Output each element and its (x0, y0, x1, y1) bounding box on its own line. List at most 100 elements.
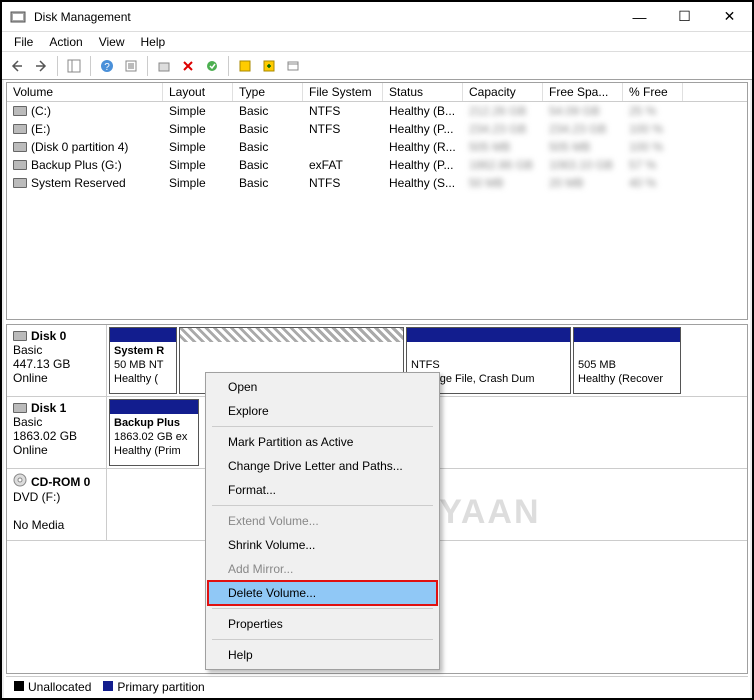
back-button[interactable] (6, 55, 28, 77)
disk-icon (13, 331, 27, 341)
settings-button[interactable] (120, 55, 142, 77)
tool-button[interactable] (234, 55, 256, 77)
ctx-separator (212, 608, 433, 609)
partition-system-reserved[interactable]: System R 50 MB NT Healthy ( (109, 327, 177, 394)
partition-detail: 1863.02 GB ex (114, 431, 187, 443)
volume-list-header: Volume Layout Type File System Status Ca… (7, 83, 747, 102)
col-freespace[interactable]: Free Spa... (543, 83, 623, 101)
volume-row[interactable]: System ReservedSimpleBasicNTFSHealthy (S… (7, 174, 747, 192)
action-button[interactable] (201, 55, 223, 77)
ctx-explore[interactable]: Explore (208, 399, 437, 423)
col-status[interactable]: Status (383, 83, 463, 101)
partition-bar (110, 328, 176, 342)
show-hide-console-button[interactable] (63, 55, 85, 77)
ctx-add-mirror: Add Mirror... (208, 557, 437, 581)
disk-status: Online (13, 371, 100, 385)
menu-file[interactable]: File (6, 33, 41, 51)
ctx-properties[interactable]: Properties (208, 612, 437, 636)
partition-detail: Healthy (Recover (578, 373, 663, 385)
menubar: File Action View Help (2, 32, 752, 52)
tool-button[interactable] (258, 55, 280, 77)
col-type[interactable]: Type (233, 83, 303, 101)
toolbar-separator (57, 56, 58, 76)
minimize-button[interactable]: — (617, 2, 662, 32)
volume-list[interactable]: Volume Layout Type File System Status Ca… (6, 82, 748, 320)
volume-icon (13, 142, 27, 152)
col-filesystem[interactable]: File System (303, 83, 383, 101)
app-window: Disk Management — ☐ ✕ File Action View H… (2, 2, 752, 698)
svg-text:?: ? (104, 62, 110, 73)
legend-swatch-primary (103, 681, 113, 691)
toolbar-separator (90, 56, 91, 76)
volume-row[interactable]: (E:)SimpleBasicNTFSHealthy (P...234.23 G… (7, 120, 747, 138)
legend-swatch-unallocated (14, 681, 24, 691)
col-volume[interactable]: Volume (7, 83, 163, 101)
disk-info[interactable]: Disk 1 Basic 1863.02 GB Online (7, 397, 107, 468)
partition-bar (574, 328, 680, 342)
col-blank (683, 83, 747, 101)
partition-bar-hatched (180, 328, 403, 342)
disk-name: Disk 0 (31, 329, 66, 343)
disk-icon (13, 403, 27, 413)
maximize-button[interactable]: ☐ (662, 2, 707, 32)
partition-title: Backup Plus (114, 417, 180, 429)
context-menu: Open Explore Mark Partition as Active Ch… (205, 372, 440, 670)
properties-button[interactable] (282, 55, 304, 77)
ctx-help[interactable]: Help (208, 643, 437, 667)
forward-button[interactable] (30, 55, 52, 77)
disk-type: DVD (F:) (13, 490, 100, 504)
partition-detail: 50 MB NT (114, 359, 164, 371)
disk-info[interactable]: CD-ROM 0 DVD (F:) No Media (7, 469, 107, 540)
volume-row[interactable]: (C:)SimpleBasicNTFSHealthy (B...212.26 G… (7, 102, 747, 120)
partition-title: System R (114, 345, 164, 357)
ctx-separator (212, 505, 433, 506)
cdrom-icon (13, 473, 27, 490)
volume-icon (13, 160, 27, 170)
menu-view[interactable]: View (91, 33, 133, 51)
disk-info[interactable]: Disk 0 Basic 447.13 GB Online (7, 325, 107, 396)
col-capacity[interactable]: Capacity (463, 83, 543, 101)
col-layout[interactable]: Layout (163, 83, 233, 101)
close-button[interactable]: ✕ (707, 2, 752, 32)
toolbar-separator (147, 56, 148, 76)
help-button[interactable]: ? (96, 55, 118, 77)
disk-size: 447.13 GB (13, 357, 100, 371)
volume-row[interactable]: Backup Plus (G:)SimpleBasicexFATHealthy … (7, 156, 747, 174)
partition-detail: 505 MB (578, 359, 616, 371)
partition-recovery[interactable]: 505 MB Healthy (Recover (573, 327, 681, 394)
partition-detail: Healthy (Prim (114, 445, 181, 457)
volume-icon (13, 106, 27, 116)
partition-bar (407, 328, 570, 342)
ctx-separator (212, 639, 433, 640)
toolbar: ? (2, 52, 752, 80)
partition-detail: Healthy ( (114, 373, 158, 385)
ctx-delete-volume[interactable]: Delete Volume... (208, 581, 437, 605)
disk-size: 1863.02 GB (13, 429, 100, 443)
app-icon (10, 9, 26, 25)
window-title: Disk Management (34, 10, 617, 24)
volume-row[interactable]: (Disk 0 partition 4)SimpleBasicHealthy (… (7, 138, 747, 156)
col-pctfree[interactable]: % Free (623, 83, 683, 101)
ctx-separator (212, 426, 433, 427)
disk-name: CD-ROM 0 (31, 475, 90, 489)
toolbar-separator (228, 56, 229, 76)
partition-bar (110, 400, 198, 414)
ctx-format[interactable]: Format... (208, 478, 437, 502)
partition-detail: NTFS (411, 359, 440, 371)
menu-help[interactable]: Help (133, 33, 174, 51)
ctx-mark-active[interactable]: Mark Partition as Active (208, 430, 437, 454)
ctx-shrink[interactable]: Shrink Volume... (208, 533, 437, 557)
menu-action[interactable]: Action (41, 33, 90, 51)
ctx-change-letter[interactable]: Change Drive Letter and Paths... (208, 454, 437, 478)
disk-status: No Media (13, 518, 100, 532)
partition-backup-plus[interactable]: Backup Plus 1863.02 GB ex Healthy (Prim (109, 399, 199, 466)
volume-icon (13, 124, 27, 134)
legend-primary: Primary partition (117, 680, 204, 694)
disk-type: Basic (13, 343, 100, 357)
ctx-open[interactable]: Open (208, 375, 437, 399)
ctx-extend: Extend Volume... (208, 509, 437, 533)
disk-status: Online (13, 443, 100, 457)
delete-button[interactable] (177, 55, 199, 77)
disk-type: Basic (13, 415, 100, 429)
refresh-button[interactable] (153, 55, 175, 77)
